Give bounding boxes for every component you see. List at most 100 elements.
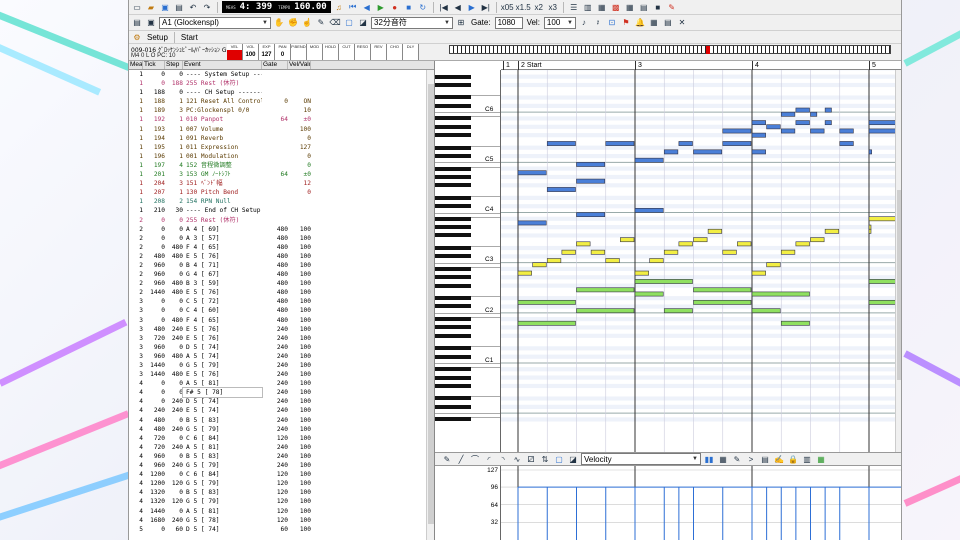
- channel-meter[interactable]: CHO: [387, 44, 403, 60]
- col-gate[interactable]: Gate: [262, 61, 288, 69]
- event-row[interactable]: 300C 4 [ 60] 480 100: [129, 306, 434, 315]
- black-key[interactable]: [435, 74, 471, 79]
- col-measure[interactable]: Mea: [129, 61, 143, 69]
- bell-icon[interactable]: 🔔: [634, 17, 646, 29]
- measure-number[interactable]: 3: [635, 61, 642, 70]
- event-row[interactable]: 300C 5 [ 72] 480 100: [129, 297, 434, 306]
- black-key[interactable]: [435, 404, 471, 409]
- zoom-x2[interactable]: x2: [533, 1, 545, 13]
- note-yellow[interactable]: [576, 241, 591, 247]
- velocity-input[interactable]: 100 ▼: [543, 16, 576, 29]
- event-row[interactable]: 3 1440 480 E 5 [ 76] 240 100: [129, 370, 434, 379]
- note-yellow[interactable]: [532, 262, 547, 268]
- measure-ruler[interactable]: 12 Start3456: [501, 61, 901, 70]
- note-blue[interactable]: [751, 120, 766, 126]
- note-yellow[interactable]: [868, 228, 872, 234]
- list-icon[interactable]: ▤: [759, 453, 771, 465]
- event-row[interactable]: 4 1200 120 G 5 [ 79] 120 100: [129, 479, 434, 488]
- black-key[interactable]: [435, 82, 471, 87]
- col-vel-value[interactable]: Vel/Value: [288, 61, 311, 69]
- note-yellow[interactable]: [590, 249, 606, 255]
- event-row[interactable]: 2 0 480 F 4 [ 65] 480 100: [129, 243, 434, 252]
- note-blue[interactable]: [722, 128, 752, 134]
- event-row[interactable]: 2 480 480 E 5 [ 76] 480 100: [129, 252, 434, 261]
- channel-meter[interactable]: RESO: [355, 44, 371, 60]
- note-blue[interactable]: [810, 128, 825, 134]
- note-yellow[interactable]: [722, 249, 737, 255]
- open-file-icon[interactable]: ▰: [145, 1, 157, 13]
- event-row[interactable]: 3 0 480 F 4 [ 65] 480 100: [129, 316, 434, 325]
- event-row[interactable]: 4 1200 0 C 6 [ 84] 120 100: [129, 470, 434, 479]
- snap-icon[interactable]: ⊡: [606, 17, 618, 29]
- grab-icon[interactable]: ✊: [287, 17, 299, 29]
- event-row[interactable]: 4 240 240 E 5 [ 74] 240 100: [129, 406, 434, 415]
- black-key[interactable]: [435, 183, 471, 188]
- event-row[interactable]: 1 197 4 152 音程微調整 0: [129, 161, 434, 170]
- note-blue[interactable]: [517, 220, 547, 226]
- play-from-icon[interactable]: ▶: [466, 1, 478, 13]
- rewind-icon[interactable]: ◀: [361, 1, 373, 13]
- note-yellow[interactable]: [678, 241, 693, 247]
- mixer-icon[interactable]: ▩: [610, 1, 622, 13]
- line-icon[interactable]: ╱: [455, 453, 467, 465]
- note-yellow[interactable]: [824, 228, 840, 234]
- select-rect-icon[interactable]: ▢: [553, 453, 565, 465]
- event-row[interactable]: 400A 5 [ 81] 240 100: [129, 379, 434, 388]
- black-key[interactable]: [435, 124, 471, 129]
- black-key[interactable]: [435, 195, 471, 200]
- event-row[interactable]: 4 480 240 G 5 [ 79] 240 100: [129, 425, 434, 434]
- wave-icon[interactable]: ∿: [511, 453, 523, 465]
- controller-select[interactable]: Velocity ▼: [581, 453, 701, 465]
- note-green[interactable]: [751, 308, 781, 314]
- zoom-x05[interactable]: x05: [501, 1, 514, 13]
- event-row[interactable]: 1 207 1 130 Pitch Bend 0: [129, 188, 434, 197]
- hand-icon[interactable]: ✋: [273, 17, 285, 29]
- back-icon[interactable]: ◀: [452, 1, 464, 13]
- step-length-select[interactable]: 32分音符 ▼: [371, 16, 453, 29]
- piano-icon[interactable]: ▦: [717, 453, 729, 465]
- note-yellow[interactable]: [620, 237, 635, 243]
- arrow-right-icon[interactable]: >: [745, 453, 757, 465]
- roll-scrollbar[interactable]: [895, 70, 901, 452]
- event-row[interactable]: 1 204 3 151 ﾍﾞﾝﾄﾞ幅 12: [129, 179, 434, 188]
- black-key[interactable]: [435, 317, 471, 321]
- track-select[interactable]: A1 (Glockenspl) ▼: [159, 16, 271, 29]
- note-yellow[interactable]: [810, 237, 825, 243]
- gate-input[interactable]: 1080: [494, 16, 523, 29]
- note-yellow[interactable]: [649, 258, 664, 263]
- note-blue[interactable]: [678, 141, 693, 146]
- black-key[interactable]: [435, 396, 471, 401]
- note-blue[interactable]: [663, 149, 679, 155]
- event-row[interactable]: 4 960 240 G 5 [ 79] 240 100: [129, 461, 434, 470]
- forward-icon[interactable]: ▶|: [480, 1, 492, 13]
- event-row[interactable]: 2 1440 480 E 5 [ 76] 480 100: [129, 288, 434, 297]
- black-key[interactable]: [435, 133, 471, 138]
- view-score-icon[interactable]: ▥: [582, 1, 594, 13]
- note-yellow[interactable]: [517, 270, 532, 276]
- event-row[interactable]: 2 960 480 B 3 [ 59] 480 100: [129, 279, 434, 288]
- note-yellow[interactable]: [546, 258, 562, 263]
- draw-icon[interactable]: ✎: [731, 453, 743, 465]
- black-key[interactable]: [435, 153, 471, 158]
- note-yellow[interactable]: [663, 249, 679, 255]
- event-row[interactable]: 4 1680 240 G 5 [ 78] 120 100: [129, 516, 434, 525]
- note-yellow[interactable]: [737, 241, 752, 247]
- note-blue[interactable]: [722, 141, 752, 146]
- note-yellow[interactable]: [605, 258, 620, 263]
- black-key[interactable]: [435, 103, 471, 108]
- black-key[interactable]: [435, 174, 471, 179]
- event-row[interactable]: 3 960 0 D 5 [ 74] 240 100: [129, 343, 434, 352]
- note-grid[interactable]: [501, 70, 902, 452]
- black-key[interactable]: [435, 346, 471, 351]
- note-yellow[interactable]: [561, 249, 576, 255]
- note-yellow[interactable]: [780, 249, 796, 255]
- step-toggle-icon[interactable]: ⊞: [455, 17, 467, 29]
- channel-meter[interactable]: VOL 100: [243, 44, 259, 60]
- note-yellow[interactable]: [795, 241, 810, 247]
- keyboard-icon[interactable]: ▤: [638, 1, 650, 13]
- note-yellow[interactable]: [707, 228, 723, 234]
- note-blue[interactable]: [824, 120, 832, 126]
- event-row[interactable]: 1 188 1 121 Reset All Control 0 ON: [129, 97, 434, 106]
- event-row[interactable]: 4 1320 0 B 5 [ 83] 120 100: [129, 488, 434, 497]
- event-row[interactable]: 4 0 240 D 5 [ 74] 240 100: [129, 397, 434, 406]
